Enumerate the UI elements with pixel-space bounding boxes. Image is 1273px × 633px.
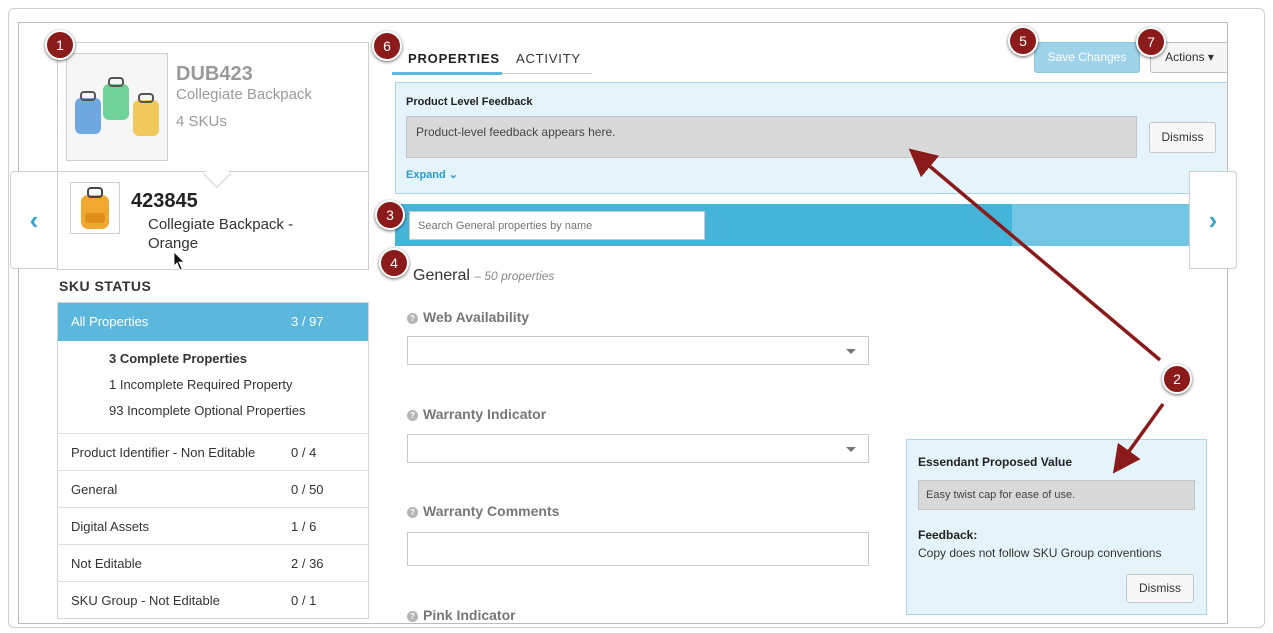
sku-status-title: SKU STATUS <box>59 278 152 294</box>
proposed-feedback-label: Feedback: <box>918 528 978 542</box>
status-row[interactable]: Digital Assets 1 / 6 <box>58 507 368 544</box>
property-label-text: Pink Indicator <box>423 607 516 623</box>
help-icon[interactable]: ? <box>407 313 418 324</box>
status-row-label: General <box>71 482 118 497</box>
web-availability-select[interactable] <box>407 336 869 365</box>
feedback-text: Product-level feedback appears here. <box>406 116 1137 158</box>
tab-activity[interactable]: ACTIVITY <box>516 51 581 66</box>
sku-code: 423845 <box>131 190 198 212</box>
chevron-down-icon <box>846 349 856 354</box>
product-feedback-panel: Product Level Feedback Product-level fee… <box>395 82 1227 194</box>
status-row-all-properties[interactable]: All Properties 3 / 97 <box>58 303 368 341</box>
help-icon[interactable]: ? <box>407 410 418 421</box>
group-sku-count: 4 SKUs <box>176 113 227 130</box>
help-icon[interactable]: ? <box>407 507 418 518</box>
general-count: – 50 properties <box>474 269 555 283</box>
chevron-right-icon: › <box>1208 205 1218 235</box>
save-changes-button[interactable]: Save Changes <box>1034 42 1140 73</box>
group-name: Collegiate Backpack <box>176 86 312 103</box>
product-editor: DUB423 Collegiate Backpack 4 SKUs 423845… <box>18 22 1228 624</box>
status-row[interactable]: Not Editable 2 / 36 <box>58 544 368 581</box>
backpacks-image <box>75 77 159 136</box>
general-title: General <box>413 267 470 284</box>
proposed-value-panel: Essendant Proposed Value Easy twist cap … <box>906 439 1207 615</box>
search-properties-input[interactable] <box>409 211 705 240</box>
status-row-label: SKU Group - Not Editable <box>71 593 220 608</box>
annotation-badge-2: 2 <box>1162 364 1192 394</box>
expand-link[interactable]: Expand ⌄ <box>406 168 458 181</box>
warranty-indicator-select[interactable] <box>407 434 869 463</box>
complete-properties: 3 Complete Properties <box>109 351 247 366</box>
annotation-badge-6: 6 <box>372 31 402 61</box>
orange-backpack-image <box>81 187 109 229</box>
sku-group-card[interactable]: DUB423 Collegiate Backpack 4 SKUs <box>57 42 369 172</box>
status-row-value: 0 / 1 <box>291 593 317 608</box>
status-breakdown: 3 Complete Properties 1 Incomplete Requi… <box>58 341 368 433</box>
property-label-text: Warranty Indicator <box>423 406 547 422</box>
proposed-value-text: Easy twist cap for ease of use. <box>918 480 1195 510</box>
annotation-badge-5: 5 <box>1008 26 1038 56</box>
status-row-value: 0 / 4 <box>291 445 317 460</box>
status-row[interactable]: SKU Group - Not Editable 0 / 1 <box>58 581 368 618</box>
status-row[interactable]: General 0 / 50 <box>58 470 368 507</box>
property-label-warranty-indicator: ? Warranty Indicator <box>407 406 546 422</box>
tab-divider <box>502 73 592 74</box>
status-row-label: Digital Assets <box>71 519 150 534</box>
feedback-title: Product Level Feedback <box>406 96 533 108</box>
property-label-web-availability: ? Web Availability <box>407 309 529 325</box>
status-row-value: 2 / 36 <box>291 556 324 571</box>
help-icon[interactable]: ? <box>407 611 418 622</box>
group-thumbnail <box>66 53 168 161</box>
status-row-label: Not Editable <box>71 556 142 571</box>
previous-sku-button[interactable]: ‹ <box>10 171 58 269</box>
tab-properties[interactable]: PROPERTIES <box>408 51 500 66</box>
group-code: DUB423 <box>176 63 253 85</box>
property-label-warranty-comments: ? Warranty Comments <box>407 503 559 519</box>
general-section-header: General – 50 properties <box>413 267 554 285</box>
incomplete-required: 1 Incomplete Required Property <box>109 377 293 392</box>
sku-status-table: All Properties 3 / 97 3 Complete Propert… <box>57 302 369 619</box>
property-label-text: Warranty Comments <box>423 503 560 519</box>
status-row-value: 1 / 6 <box>291 519 317 534</box>
annotation-badge-3: 3 <box>375 200 405 230</box>
annotation-badge-7: 7 <box>1136 27 1166 57</box>
proposed-value-title: Essendant Proposed Value <box>918 455 1073 469</box>
sku-card[interactable]: 423845 Collegiate Backpack - Orange <box>57 172 369 270</box>
dismiss-feedback-button[interactable]: Dismiss <box>1149 122 1216 153</box>
chevron-left-icon: ‹ <box>29 205 39 235</box>
incomplete-optional: 93 Incomplete Optional Properties <box>109 403 306 418</box>
active-tab-indicator <box>392 72 502 75</box>
status-row-value: 3 / 97 <box>291 314 324 329</box>
chevron-down-icon <box>846 447 856 452</box>
sku-thumbnail <box>70 182 120 234</box>
annotation-badge-1: 1 <box>45 30 75 60</box>
annotation-badge-4: 4 <box>379 248 409 278</box>
status-row-label: All Properties <box>71 314 149 329</box>
warranty-comments-field[interactable] <box>407 532 869 566</box>
next-sku-button[interactable]: › <box>1189 171 1237 269</box>
status-row[interactable]: Product Identifier - Non Editable 0 / 4 <box>58 433 368 470</box>
status-row-value: 0 / 50 <box>291 482 324 497</box>
sku-name: Collegiate Backpack - Orange <box>148 216 294 252</box>
property-label-text: Web Availability <box>423 309 530 325</box>
dismiss-proposed-button[interactable]: Dismiss <box>1126 574 1194 603</box>
proposed-feedback-text: Copy does not follow SKU Group conventio… <box>918 546 1162 560</box>
property-label-pink-indicator: ? Pink Indicator <box>407 607 516 623</box>
status-row-label: Product Identifier - Non Editable <box>71 445 256 460</box>
